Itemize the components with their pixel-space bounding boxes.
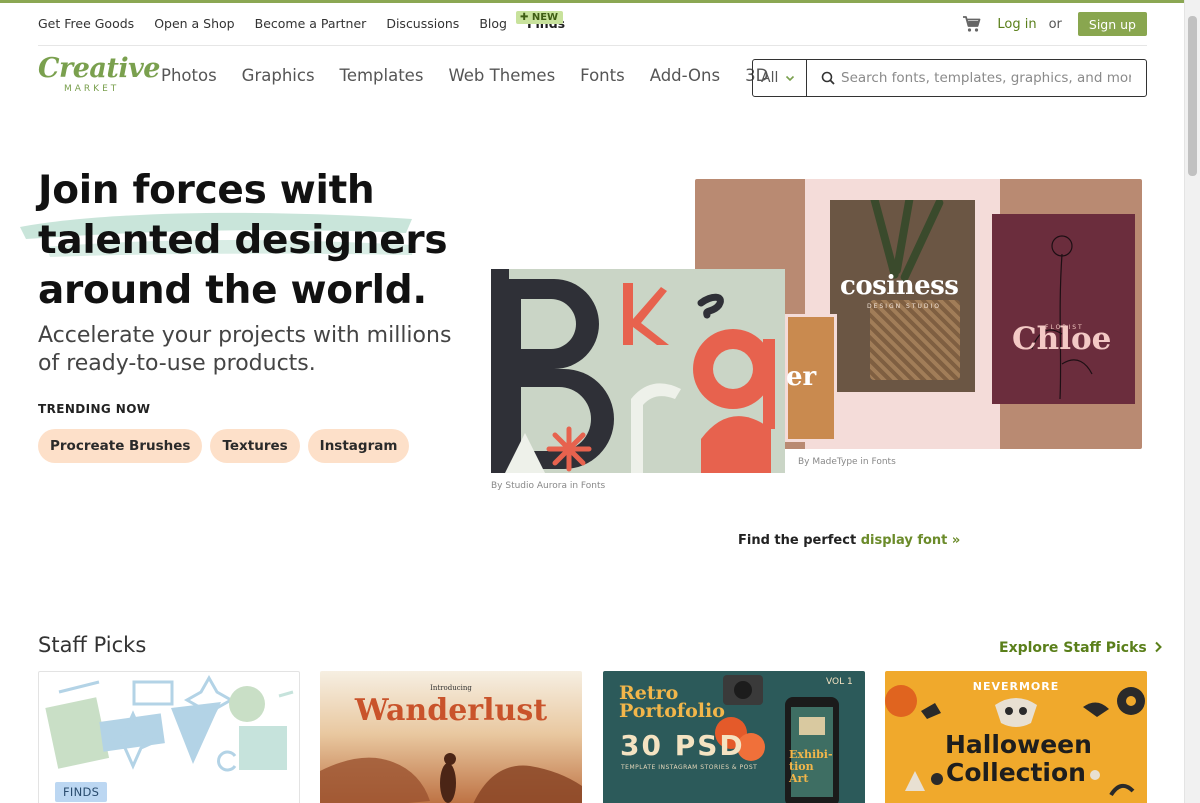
blog-link[interactable]: Blog [479, 16, 507, 31]
signup-button[interactable]: Sign up [1077, 12, 1147, 36]
discussions-link[interactable]: Discussions [386, 16, 459, 31]
cart-icon[interactable] [962, 15, 982, 33]
page-scrollbar[interactable] [1184, 0, 1200, 803]
art-chloe-card: Chloe [992, 214, 1135, 404]
trending-pill-textures[interactable]: Textures [210, 429, 300, 463]
search-input[interactable] [841, 70, 1131, 86]
hero-subtitle: Accelerate your projects with millions o… [38, 323, 452, 376]
retro-title: Retro Portofolio [619, 682, 725, 722]
trending-pills: Procreate Brushes Textures Instagram [38, 429, 417, 463]
nav-templates[interactable]: Templates [340, 66, 424, 85]
explore-staff-picks-label: Explore Staff Picks [999, 640, 1147, 656]
art-chloe-sub: FLORIST [1045, 324, 1084, 331]
halloween-title: Halloween Collection [945, 730, 1092, 787]
flower-line-art [1031, 235, 1093, 400]
nav-graphics[interactable]: Graphics [242, 66, 315, 85]
nav-web-themes[interactable]: Web Themes [448, 66, 555, 85]
staff-pick-card-finds[interactable]: FINDS [38, 671, 300, 803]
art-er-text: er [786, 362, 817, 392]
nav-add-ons[interactable]: Add-Ons [650, 66, 720, 85]
search-icon[interactable] [821, 71, 835, 85]
staff-picks-title: Staff Picks [38, 633, 147, 657]
become-a-partner-link[interactable]: Become a Partner [255, 16, 367, 31]
search-category-value: All [761, 70, 779, 86]
retro-subtitle: TEMPLATE INSTAGRAM STORIES & POST [621, 764, 758, 771]
new-badge: ✚ NEW [516, 11, 564, 24]
logo-wordmark: Creative [38, 53, 160, 84]
category-nav: Photos Graphics Templates Web Themes Fon… [161, 66, 793, 85]
art-cosiness-sub: DESIGN STUDIO [867, 303, 942, 310]
hero-title: Join forces with talented designers arou… [38, 168, 448, 313]
search-category-select[interactable]: All [753, 60, 807, 96]
nav-photos[interactable]: Photos [161, 66, 217, 85]
logo-subtitle: MARKET [64, 84, 120, 94]
finds-tag: FINDS [55, 782, 108, 802]
nav-fonts[interactable]: Fonts [580, 66, 625, 85]
staff-pick-card-halloween[interactable]: NEVERMORE Halloween Collection [885, 671, 1147, 803]
open-a-shop-link[interactable]: Open a Shop [154, 16, 234, 31]
utility-nav: Get Free Goods Open a Shop Become a Part… [38, 16, 565, 31]
chevron-right-icon [1155, 641, 1162, 653]
retro-exhibition-art: Exhibi-tion Art [789, 748, 833, 785]
or-text: or [1048, 16, 1062, 32]
art-caption-madetype[interactable]: By MadeType in Fonts [798, 457, 896, 467]
trending-pill-instagram[interactable]: Instagram [307, 429, 410, 463]
chevron-down-icon [786, 75, 795, 82]
hero-art-studio-aurora[interactable] [491, 269, 785, 473]
art-caption-studio-aurora[interactable]: By Studio Aurora in Fonts [491, 481, 605, 491]
retro-30-psd: 30 PSD [620, 729, 745, 762]
staff-pick-card-wanderlust[interactable]: Introducing Wanderlust [320, 671, 582, 803]
search-bar: All [752, 59, 1147, 97]
art-cosiness-text: cosiness [840, 271, 959, 301]
get-free-goods-link[interactable]: Get Free Goods [38, 16, 134, 31]
header-divider [38, 45, 1147, 46]
login-link[interactable]: Log in [997, 17, 1036, 32]
wanderlust-photo [320, 753, 582, 803]
top-accent-bar [0, 0, 1200, 3]
letterform-art [491, 269, 775, 473]
staff-pick-card-retro-portofolio[interactable]: VOL 1 Retro Portofolio 30 PSD TEMPLATE I… [603, 671, 865, 803]
find-font-prefix: Find the perfect [738, 533, 857, 548]
account-actions: Log in or Sign up [962, 12, 1147, 36]
trending-label: TRENDING NOW [38, 402, 151, 416]
trending-pill-procreate-brushes[interactable]: Procreate Brushes [38, 429, 203, 463]
explore-staff-picks-link[interactable]: Explore Staff Picks [999, 640, 1163, 656]
find-display-font-prompt: Find the perfect display font » [738, 533, 960, 548]
scrollbar-thumb[interactable] [1188, 16, 1197, 176]
creative-market-logo[interactable]: Creative MARKET [38, 53, 160, 98]
halloween-nevermore: NEVERMORE [972, 680, 1060, 693]
display-font-link[interactable]: display font » [861, 533, 961, 548]
retro-vol: VOL 1 [826, 677, 853, 687]
